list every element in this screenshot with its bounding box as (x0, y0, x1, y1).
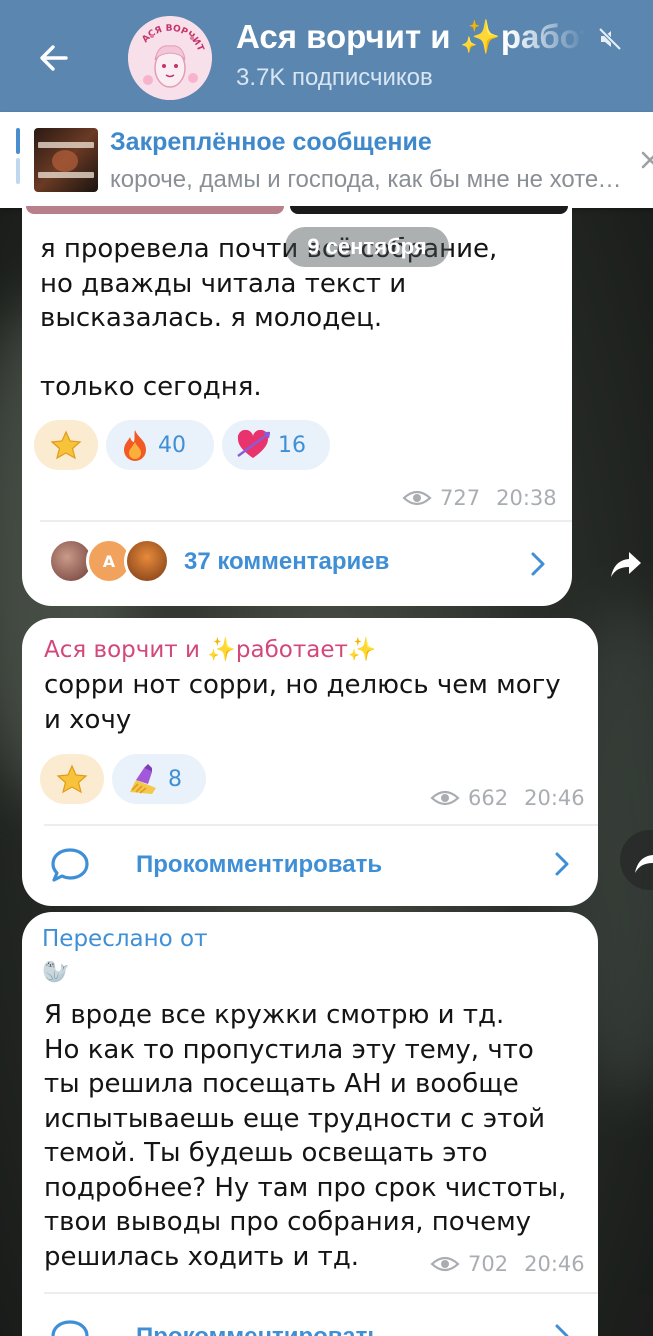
speech-bubble-icon (51, 848, 89, 882)
arrow-left-icon (40, 45, 68, 71)
eye-icon (430, 790, 460, 806)
share-button[interactable] (602, 540, 650, 588)
pinned-preview: короче, дамы и господа, как бы мне не хо… (110, 166, 630, 193)
pinned-indicator (16, 128, 20, 154)
star-icon (56, 764, 88, 794)
message-time: 20:38 (496, 486, 557, 510)
pinned-thumbnail (34, 128, 98, 192)
reaction-count: 16 (278, 432, 306, 458)
back-button[interactable] (30, 34, 78, 82)
eye-icon (402, 490, 432, 506)
speech-bubble-icon (51, 1320, 89, 1336)
message-author[interactable]: Ася ворчит и ✨работает✨ (44, 636, 377, 663)
reaction-fire[interactable]: 40 (106, 420, 214, 470)
message-bubble[interactable]: Переслано от 🦭 Я вроде все кружки смотрю… (22, 912, 598, 1336)
channel-title[interactable]: Ася ворчит и ✨работает✨ (236, 18, 586, 57)
comments-button[interactable]: А 37 комментариев (48, 538, 568, 588)
view-count: 702 (468, 1252, 509, 1276)
chevron-right-icon (531, 552, 545, 576)
comment-action-label: Прокомментировать (136, 1323, 382, 1336)
message-text: сорри нот сорри, но делюсь чем могу и хо… (44, 670, 561, 735)
comment-action-label: Прокомментировать (136, 851, 383, 878)
comment-button[interactable]: Прокомментировать (50, 1312, 590, 1336)
divider (44, 824, 598, 826)
share-arrow-icon (611, 552, 641, 577)
message-meta: 727 20:38 (402, 486, 557, 510)
forwarded-source[interactable]: 🦭 (42, 960, 69, 985)
pinned-indicator (16, 158, 20, 184)
comments-count-label: 37 комментариев (184, 548, 390, 575)
divider (44, 1292, 598, 1294)
message-time: 20:46 (524, 786, 585, 810)
reaction-count: 40 (158, 432, 186, 458)
forwarded-label: Переслано от (42, 926, 208, 952)
share-arrow-icon (635, 848, 653, 873)
star-icon (50, 430, 82, 460)
message-text: Я вроде все кружки смотрю и тд. Но как т… (44, 1000, 567, 1272)
heart-arrow-icon (237, 430, 270, 458)
eye-icon (430, 1256, 460, 1272)
chat-header: АСЯ ВОРЧИТ Ася ворчит и ✨работает✨ 3.7K … (0, 0, 653, 112)
media-edge (26, 206, 284, 214)
chevron-right-icon (555, 1324, 569, 1336)
view-count: 662 (468, 786, 509, 810)
close-icon[interactable] (638, 148, 653, 172)
nail-polish-icon (130, 764, 156, 794)
commenter-avatar (124, 538, 170, 584)
comment-button[interactable]: Прокомментировать (50, 840, 590, 890)
message-bubble[interactable]: Ася ворчит и ✨работает✨ сорри нот сорри,… (22, 618, 598, 906)
share-button[interactable] (616, 1294, 653, 1336)
message-meta: 662 20:46 (430, 786, 585, 810)
fire-icon (124, 430, 146, 461)
muted-speaker-icon (598, 27, 622, 51)
message-time: 20:46 (524, 1252, 585, 1276)
media-edge (290, 206, 568, 214)
message-meta: 702 20:46 (430, 1252, 585, 1276)
divider (40, 520, 572, 522)
reaction-star[interactable] (40, 754, 104, 804)
reaction-star[interactable] (34, 420, 98, 470)
subscriber-count: 3.7K подписчиков (236, 64, 433, 91)
reaction-count: 8 (168, 766, 182, 792)
channel-avatar[interactable]: АСЯ ВОРЧИТ (128, 16, 212, 100)
reaction-nail-polish[interactable]: 8 (112, 754, 206, 804)
chevron-right-icon (555, 852, 569, 876)
reaction-heart-arrow[interactable]: 16 (222, 420, 330, 470)
view-count: 727 (440, 486, 481, 510)
pinned-title: Закреплённое сообщение (110, 128, 432, 156)
date-separator: 9 сентября (285, 227, 449, 267)
